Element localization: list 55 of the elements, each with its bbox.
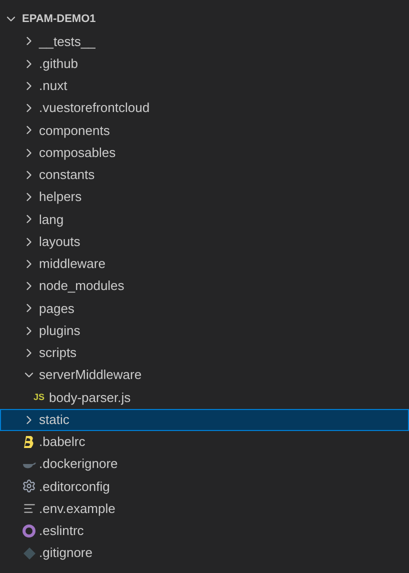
file-row[interactable]: .babelrc: [0, 430, 409, 453]
item-label: body-parser.js: [49, 388, 131, 407]
item-label: scripts: [39, 344, 77, 362]
folder-row[interactable]: static: [0, 408, 409, 431]
file-row[interactable]: .gitignore: [0, 542, 409, 564]
folder-row[interactable]: layouts: [0, 230, 409, 253]
item-label: static: [39, 410, 70, 429]
item-label: constants: [39, 166, 95, 184]
ring-icon: [22, 524, 36, 538]
folder-row[interactable]: lang: [0, 208, 409, 230]
folder-row[interactable]: .github: [0, 52, 409, 75]
diamond-icon: [22, 546, 36, 560]
item-label: .github: [39, 54, 78, 73]
item-label: .nuxt: [39, 77, 68, 96]
babel-icon: [22, 434, 36, 449]
item-label: .vuestorefrontcloud: [39, 99, 150, 118]
item-label: plugins: [39, 322, 80, 340]
file-row[interactable]: .eslintrc: [0, 520, 409, 542]
folder-row[interactable]: pages: [0, 297, 409, 320]
folder-row[interactable]: constants: [0, 164, 409, 186]
item-label: .gitignore: [39, 544, 92, 562]
file-row[interactable]: .editorconfig: [0, 475, 409, 498]
item-label: helpers: [39, 188, 82, 206]
folder-row[interactable]: helpers: [0, 186, 409, 208]
folder-row[interactable]: node_modules: [0, 275, 409, 298]
folder-row[interactable]: scripts: [0, 342, 409, 364]
item-label: .env.example: [39, 500, 116, 518]
item-label: lang: [39, 210, 64, 229]
folder-row[interactable]: .vuestorefrontcloud: [0, 97, 409, 120]
folder-row[interactable]: components: [0, 119, 409, 142]
settings-icon: [22, 479, 36, 494]
folder-row[interactable]: composables: [0, 142, 409, 164]
file-row[interactable]: JS body-parser.js: [0, 386, 409, 408]
js-file-icon: JS: [33, 392, 44, 402]
item-label: pages: [39, 300, 74, 318]
item-label: .dockerignore: [39, 455, 118, 474]
item-label: composables: [39, 144, 116, 162]
item-label: layouts: [39, 232, 80, 251]
file-row[interactable]: .env.example: [0, 498, 409, 520]
item-label: __tests__: [39, 32, 96, 51]
folder-row[interactable]: plugins: [0, 320, 409, 342]
lines-icon: [22, 502, 36, 516]
project-title[interactable]: EPAM-DEMO1: [22, 10, 96, 28]
item-label: .editorconfig: [39, 478, 110, 496]
folder-row[interactable]: .nuxt: [0, 74, 409, 97]
folder-row[interactable]: middleware: [0, 252, 409, 275]
item-label: components: [39, 122, 110, 140]
item-label: .eslintrc: [39, 522, 84, 540]
file-row[interactable]: .dockerignore: [0, 453, 409, 476]
item-label: .babelrc: [39, 433, 86, 452]
folder-row[interactable]: serverMiddleware: [0, 364, 409, 386]
folder-row[interactable]: __tests__: [0, 30, 409, 52]
item-label: serverMiddleware: [39, 366, 142, 384]
item-label: middleware: [39, 255, 106, 274]
item-label: node_modules: [39, 277, 124, 296]
